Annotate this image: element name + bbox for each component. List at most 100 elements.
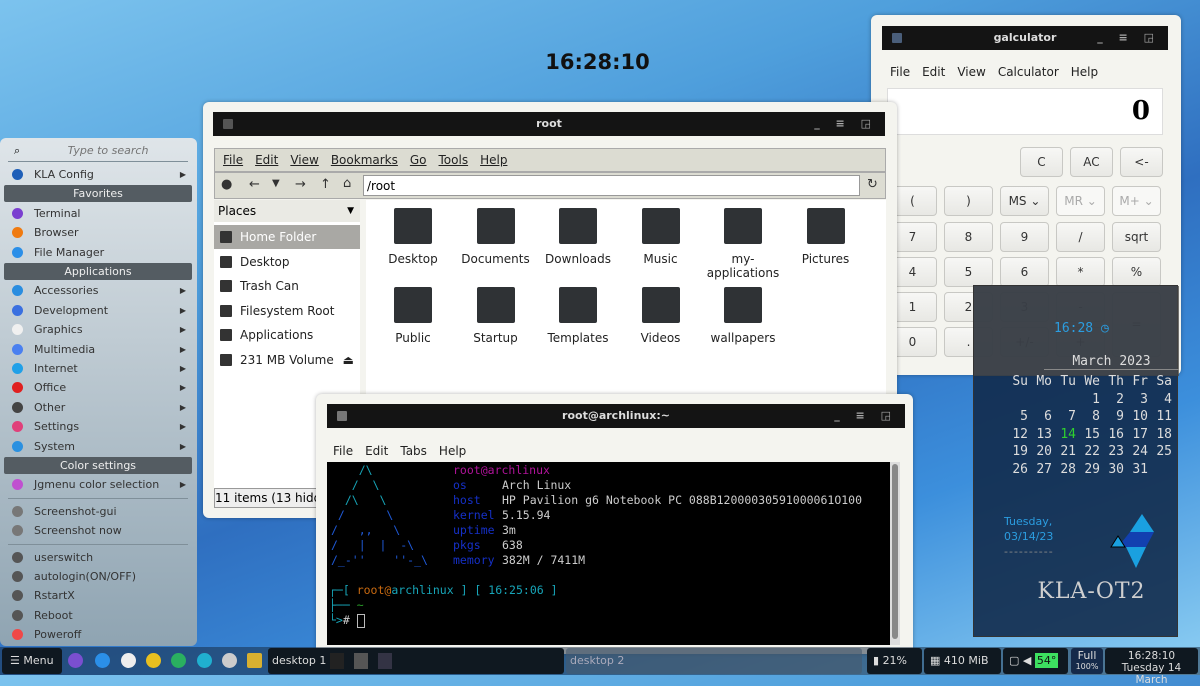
menu-item-multimedia[interactable]: Multimedia ▶ bbox=[8, 340, 190, 359]
menu-go[interactable]: Go bbox=[410, 153, 427, 167]
menu-edit[interactable]: Edit bbox=[255, 153, 278, 167]
info-icon[interactable]: ● bbox=[221, 177, 232, 192]
menu-file[interactable]: File bbox=[333, 444, 353, 458]
eject-icon[interactable]: ⏏ bbox=[343, 348, 354, 372]
menu-search-input[interactable] bbox=[28, 142, 188, 159]
calc-button[interactable]: 6 bbox=[1000, 257, 1049, 287]
calc-button[interactable]: 9 bbox=[1000, 222, 1049, 252]
monitor-icon[interactable]: ▢ bbox=[1009, 654, 1019, 667]
menu-edit[interactable]: Edit bbox=[922, 65, 945, 79]
menu-item-system[interactable]: System ▶ bbox=[8, 437, 190, 456]
menu-calculator[interactable]: Calculator bbox=[998, 65, 1059, 79]
memory-indicator[interactable]: ▦ 410 MiB bbox=[924, 648, 1001, 674]
go-icon[interactable]: ↻ bbox=[867, 177, 878, 192]
power-profile[interactable]: Full 100% bbox=[1071, 648, 1103, 674]
file-item[interactable]: Music bbox=[621, 208, 701, 266]
menu-item-reboot[interactable]: Reboot bbox=[8, 606, 190, 625]
volume-icon[interactable]: ◀ bbox=[1023, 654, 1031, 667]
workspace-desktop-2[interactable]: desktop 2 bbox=[566, 648, 862, 674]
calc-button[interactable]: MS ⌄ bbox=[1000, 186, 1049, 216]
file-manager-task-icon[interactable] bbox=[330, 653, 344, 669]
menu-item-kla-config[interactable]: KLA Config ▶ bbox=[8, 165, 190, 184]
calc-button[interactable]: M+ ⌄ bbox=[1112, 186, 1161, 216]
history-dropdown-icon[interactable]: ▼ bbox=[272, 178, 280, 189]
file-item[interactable]: Videos bbox=[621, 287, 701, 345]
window-controls[interactable]: _ ≡ ◲ bbox=[834, 404, 897, 428]
terminal-launcher-icon[interactable] bbox=[68, 653, 83, 668]
menu-item-graphics[interactable]: Graphics ▶ bbox=[8, 320, 190, 339]
file-item[interactable]: wallpapers bbox=[703, 287, 783, 345]
file-item[interactable]: my-applications bbox=[703, 208, 783, 280]
calc-button[interactable]: 8 bbox=[944, 222, 993, 252]
system-launcher-icon[interactable] bbox=[222, 653, 237, 668]
menu-item-development[interactable]: Development ▶ bbox=[8, 301, 190, 320]
menu-help[interactable]: Help bbox=[1071, 65, 1098, 79]
menu-item-autologin-on-off-[interactable]: autologin(ON/OFF) bbox=[8, 567, 190, 586]
menu-edit[interactable]: Edit bbox=[365, 444, 388, 458]
file-item[interactable]: Templates bbox=[538, 287, 618, 345]
scrollbar-thumb[interactable] bbox=[892, 464, 898, 639]
file-item[interactable]: Public bbox=[373, 287, 453, 345]
calc-button[interactable]: % bbox=[1112, 257, 1161, 287]
back-icon[interactable]: ← bbox=[249, 177, 260, 192]
calc-button[interactable]: * bbox=[1056, 257, 1105, 287]
path-input[interactable] bbox=[363, 175, 860, 196]
file-item[interactable]: Pictures bbox=[786, 208, 866, 266]
menu-view[interactable]: View bbox=[957, 65, 985, 79]
menu-item-terminal[interactable]: Terminal bbox=[8, 204, 190, 223]
app-launcher-icon[interactable] bbox=[146, 653, 161, 668]
menu-item-file-manager[interactable]: File Manager bbox=[8, 243, 190, 262]
file-item[interactable]: Desktop bbox=[373, 208, 453, 266]
menu-file[interactable]: File bbox=[890, 65, 910, 79]
calc-button[interactable]: ) bbox=[944, 186, 993, 216]
window-controls[interactable]: _ ≡ ◲ bbox=[814, 112, 877, 136]
calc-button[interactable]: <- bbox=[1120, 147, 1163, 177]
cherry-launcher-icon[interactable] bbox=[121, 653, 136, 668]
terminal-titlebar[interactable]: root@archlinux:~ _ ≡ ◲ bbox=[327, 404, 905, 428]
menu-item-jgmenu-color-selection[interactable]: Jgmenu color selection ▶ bbox=[8, 475, 190, 494]
place-item[interactable]: Desktop bbox=[214, 250, 360, 274]
menu-help[interactable]: Help bbox=[439, 444, 466, 458]
menu-item-userswitch[interactable]: userswitch bbox=[8, 548, 190, 567]
file-item[interactable]: Startup bbox=[456, 287, 536, 345]
taskbar-clock[interactable]: 16:28:10 Tuesday 14 March bbox=[1105, 648, 1198, 686]
menu-item-other[interactable]: Other ▶ bbox=[8, 398, 190, 417]
menu-item-office[interactable]: Office ▶ bbox=[8, 378, 190, 397]
menu-item-internet[interactable]: Internet ▶ bbox=[8, 359, 190, 378]
calculator-task-icon[interactable] bbox=[378, 653, 392, 669]
places-header[interactable]: Places ▼ bbox=[214, 200, 360, 222]
calc-button[interactable]: C bbox=[1020, 147, 1063, 177]
menu-item-settings[interactable]: Settings ▶ bbox=[8, 417, 190, 436]
menu-item-screenshot-gui[interactable]: Screenshot-gui bbox=[8, 502, 190, 521]
menu-view[interactable]: View bbox=[290, 153, 318, 167]
terminal-output[interactable]: /\ / \ /\ \ / \ / ,, \ / | | -\/_-'' ''-_\… bbox=[327, 462, 890, 645]
window-controls[interactable]: _ ≡ ◲ bbox=[1097, 26, 1160, 50]
terminal-task-icon[interactable] bbox=[354, 653, 368, 669]
file-item[interactable]: Downloads bbox=[538, 208, 618, 266]
calc-button[interactable]: 5 bbox=[944, 257, 993, 287]
forward-icon[interactable]: → bbox=[295, 177, 306, 192]
menu-tools[interactable]: Tools bbox=[439, 153, 469, 167]
menu-item-rstartx[interactable]: RstartX bbox=[8, 586, 190, 605]
menu-item-browser[interactable]: Browser bbox=[8, 223, 190, 242]
input-line[interactable]: └># bbox=[329, 613, 365, 628]
calc-button[interactable]: AC bbox=[1070, 147, 1113, 177]
menu-file[interactable]: File bbox=[223, 153, 243, 167]
file-item[interactable]: Documents bbox=[456, 208, 536, 266]
screenshot-launcher-icon[interactable] bbox=[171, 653, 186, 668]
place-item[interactable]: Home Folder bbox=[214, 225, 360, 249]
up-icon[interactable]: ↑ bbox=[320, 177, 331, 192]
scrollbar[interactable] bbox=[890, 462, 900, 645]
calc-button[interactable]: sqrt bbox=[1112, 222, 1161, 252]
home-icon[interactable]: ⌂ bbox=[343, 176, 351, 191]
battery-indicator[interactable]: ▮ 21% bbox=[867, 648, 922, 674]
place-item[interactable]: Trash Can bbox=[214, 274, 360, 298]
menu-item-screenshot-now[interactable]: Screenshot now bbox=[8, 521, 190, 540]
calc-button[interactable]: MR ⌄ bbox=[1056, 186, 1105, 216]
menu-help[interactable]: Help bbox=[480, 153, 507, 167]
workspace-desktop-1[interactable]: desktop 1 bbox=[268, 648, 564, 674]
file-manager-launcher-icon[interactable] bbox=[95, 653, 110, 668]
menu-item-accessories[interactable]: Accessories ▶ bbox=[8, 281, 190, 300]
menu-button[interactable]: ☰ Menu bbox=[2, 648, 62, 674]
menu-item-poweroff[interactable]: Poweroff bbox=[8, 625, 190, 644]
